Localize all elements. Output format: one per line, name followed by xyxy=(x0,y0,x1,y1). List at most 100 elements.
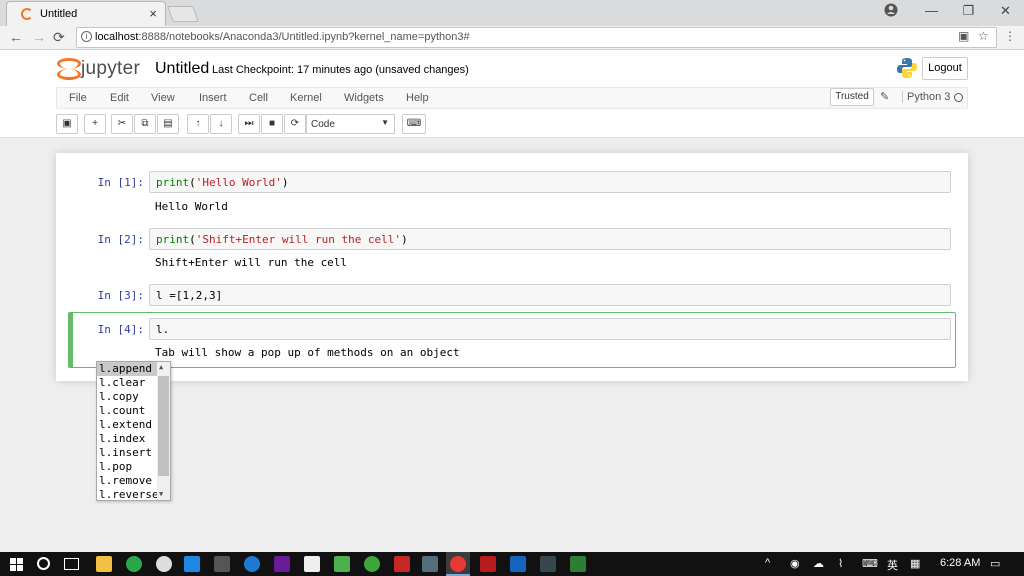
word-icon[interactable] xyxy=(510,556,526,572)
browser-tab-strip: Untitled × — ❐ ✕ xyxy=(0,0,1024,26)
app-icon[interactable] xyxy=(126,556,142,572)
jupyter-logo-text: jupyter xyxy=(81,58,141,79)
menu-view[interactable]: View xyxy=(151,92,175,104)
file-explorer-icon[interactable] xyxy=(96,556,112,572)
address-bar: ← → ⟳ i localhost:8888/notebooks/Anacond… xyxy=(0,26,1024,50)
mail-icon[interactable] xyxy=(304,556,320,572)
paste-icon[interactable]: ▤ xyxy=(157,114,179,134)
menu-file[interactable]: File xyxy=(69,92,87,104)
info-icon[interactable]: i xyxy=(81,31,92,42)
completion-item[interactable]: l.append xyxy=(97,362,157,376)
blocked-popup-icon[interactable]: ▣ xyxy=(958,29,969,43)
keyboard-icon[interactable]: ⌨ xyxy=(402,114,426,134)
cut-icon[interactable]: ✂ xyxy=(111,114,133,134)
menu-cell[interactable]: Cell xyxy=(249,92,268,104)
menu-edit[interactable]: Edit xyxy=(110,92,129,104)
completion-item[interactable]: l.clear xyxy=(97,376,157,390)
tab-close-icon[interactable]: × xyxy=(149,6,157,21)
app-icon[interactable] xyxy=(394,556,410,572)
app-icon[interactable] xyxy=(540,556,556,572)
completion-item[interactable]: l.remove xyxy=(97,474,157,488)
restore-icon[interactable]: ❐ xyxy=(950,0,987,22)
chrome-icon[interactable] xyxy=(450,556,466,572)
circle-icon[interactable]: ◉ xyxy=(790,557,800,570)
reload-icon[interactable]: ⟳ xyxy=(53,29,65,46)
scroll-up-icon[interactable]: ▲ xyxy=(159,363,163,371)
scroll-down-icon[interactable]: ▼ xyxy=(159,490,163,498)
back-icon[interactable]: ← xyxy=(9,29,23,45)
minimize-icon[interactable]: — xyxy=(913,0,950,22)
copy-icon[interactable]: ⧉ xyxy=(134,114,156,134)
scrollbar-thumb[interactable] xyxy=(158,376,169,476)
url-host: localhost xyxy=(95,31,139,43)
completion-item[interactable]: l.insert xyxy=(97,446,157,460)
task-view-icon[interactable] xyxy=(64,558,79,570)
forward-icon[interactable]: → xyxy=(32,29,46,45)
cell-type-value: Code xyxy=(311,119,335,130)
add-cell-icon[interactable]: + xyxy=(84,114,106,134)
cell-prompt: In [3]: xyxy=(97,289,144,302)
completion-item[interactable]: l.extend xyxy=(97,418,157,432)
search-icon[interactable] xyxy=(37,557,50,570)
ime-lang[interactable]: 英 xyxy=(887,557,898,573)
notebook-name[interactable]: Untitled xyxy=(155,60,209,78)
chevron-up-icon[interactable]: ^ xyxy=(765,557,770,569)
store-icon[interactable] xyxy=(214,556,230,572)
menu-widgets[interactable]: Widgets xyxy=(344,92,384,104)
ie-icon[interactable] xyxy=(244,556,260,572)
jupyter-logo-icon xyxy=(57,58,81,80)
autocomplete-popup[interactable]: l.append l.clear l.copy l.count l.extend… xyxy=(96,361,171,501)
completion-item[interactable]: l.copy xyxy=(97,390,157,404)
windows-start-icon[interactable] xyxy=(10,558,23,571)
edge-icon[interactable] xyxy=(184,556,200,572)
new-tab-button[interactable] xyxy=(167,6,199,22)
cell-prompt: In [4]: xyxy=(97,323,144,336)
notifications-icon[interactable]: ▭ xyxy=(990,557,1000,570)
code-cell-input[interactable]: l =[1,2,3] xyxy=(149,284,951,306)
url-input[interactable]: i localhost:8888/notebooks/Anaconda3/Unt… xyxy=(76,27,997,48)
cloud-icon[interactable]: ☁ xyxy=(813,557,824,570)
menu-insert[interactable]: Insert xyxy=(199,92,227,104)
trusted-button[interactable]: Trusted xyxy=(830,88,874,106)
logout-button[interactable]: Logout xyxy=(922,57,968,80)
windows-taskbar: ^ ◉ ☁ ⌇ ⌨ 英 ▦ 6:28 AM ▭ xyxy=(0,552,1024,576)
app-icon[interactable] xyxy=(570,556,586,572)
chrome-menu-icon[interactable]: ⋮ xyxy=(1004,29,1016,43)
move-up-icon[interactable]: ↑ xyxy=(187,114,209,134)
app-icon[interactable] xyxy=(274,556,290,572)
completion-item[interactable]: l.reverse xyxy=(97,488,159,500)
completion-item[interactable]: l.index xyxy=(97,432,157,446)
window-close-icon[interactable]: ✕ xyxy=(987,0,1024,22)
menu-kernel[interactable]: Kernel xyxy=(290,92,322,104)
completion-item[interactable]: l.count xyxy=(97,404,157,418)
app-icon[interactable] xyxy=(334,556,350,572)
menu-help[interactable]: Help xyxy=(406,92,429,104)
app-icon[interactable] xyxy=(156,556,172,572)
completion-scrollbar[interactable]: ▲ ▼ xyxy=(157,362,170,500)
clock[interactable]: 6:28 AM xyxy=(940,557,980,569)
app-icon[interactable] xyxy=(422,556,438,572)
stop-icon[interactable]: ■ xyxy=(261,114,283,134)
restart-icon[interactable]: ⟳ xyxy=(284,114,306,134)
code-paren: ( xyxy=(189,176,196,189)
app-icon[interactable] xyxy=(364,556,380,572)
keyboard-icon[interactable]: ⌨ xyxy=(862,557,878,570)
profile-icon[interactable] xyxy=(884,3,898,17)
shield-icon[interactable] xyxy=(480,556,496,572)
network-icon[interactable]: ⌇ xyxy=(838,557,843,570)
cell-type-select[interactable]: Code ▼ xyxy=(306,114,395,134)
edit-pencil-icon[interactable]: ✎ xyxy=(880,90,889,103)
bookmark-star-icon[interactable]: ☆ xyxy=(978,29,989,43)
move-down-icon[interactable]: ↓ xyxy=(210,114,232,134)
code-string: 'Hello World' xyxy=(195,176,282,189)
cell-output: Hello World xyxy=(155,200,228,213)
ime-mode-icon[interactable]: ▦ xyxy=(910,557,920,570)
code-cell-input[interactable]: print('Shift+Enter will run the cell') xyxy=(149,228,951,250)
code-cell-input[interactable]: print('Hello World') xyxy=(149,171,951,193)
save-icon[interactable]: ▣ xyxy=(56,114,78,134)
completion-item[interactable]: l.pop xyxy=(97,460,157,474)
jupyter-logo[interactable]: jupyter xyxy=(57,58,140,80)
code-cell-input[interactable]: l. xyxy=(149,318,951,340)
browser-tab[interactable]: Untitled × xyxy=(6,1,166,26)
run-icon[interactable]: ⏭ xyxy=(238,114,260,134)
